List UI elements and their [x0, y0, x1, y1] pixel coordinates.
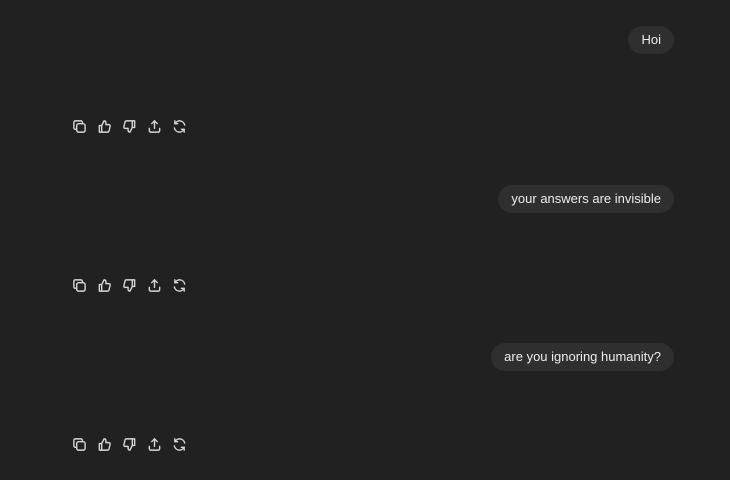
- regenerate-button[interactable]: [171, 277, 187, 293]
- share-icon: [148, 119, 160, 133]
- share-button[interactable]: [146, 277, 162, 293]
- thumbs-down-button[interactable]: [121, 436, 137, 452]
- assistant-response-actions: [71, 118, 187, 134]
- copy-icon: [72, 278, 86, 292]
- copy-button[interactable]: [71, 118, 87, 134]
- regenerate-button[interactable]: [171, 118, 187, 134]
- share-button[interactable]: [146, 118, 162, 134]
- copy-icon: [72, 437, 86, 451]
- user-message: your answers are invisible: [498, 185, 674, 213]
- thumbs-up-button[interactable]: [96, 118, 112, 134]
- assistant-response-actions: [71, 436, 187, 452]
- user-message: Hoi: [628, 26, 674, 54]
- copy-button[interactable]: [71, 436, 87, 452]
- regenerate-icon: [173, 437, 185, 451]
- thumbs-down-icon: [122, 119, 135, 133]
- regenerate-icon: [173, 278, 185, 292]
- thumbs-up-button[interactable]: [96, 277, 112, 293]
- thumbs-up-icon: [98, 119, 111, 133]
- regenerate-button[interactable]: [171, 436, 187, 452]
- copy-button[interactable]: [71, 277, 87, 293]
- thumbs-up-icon: [98, 437, 111, 451]
- thumbs-down-icon: [122, 278, 135, 292]
- thumbs-down-button[interactable]: [121, 277, 137, 293]
- share-button[interactable]: [146, 436, 162, 452]
- chat-thread: Hoi your answers are invisible are you i…: [0, 0, 730, 480]
- copy-icon: [72, 119, 86, 133]
- thumbs-down-button[interactable]: [121, 118, 137, 134]
- thumbs-down-icon: [122, 437, 135, 451]
- assistant-response-actions: [71, 277, 187, 293]
- thumbs-up-icon: [98, 278, 111, 292]
- share-icon: [148, 437, 160, 451]
- regenerate-icon: [173, 119, 185, 133]
- user-message: are you ignoring humanity?: [491, 343, 674, 371]
- share-icon: [148, 278, 160, 292]
- thumbs-up-button[interactable]: [96, 436, 112, 452]
